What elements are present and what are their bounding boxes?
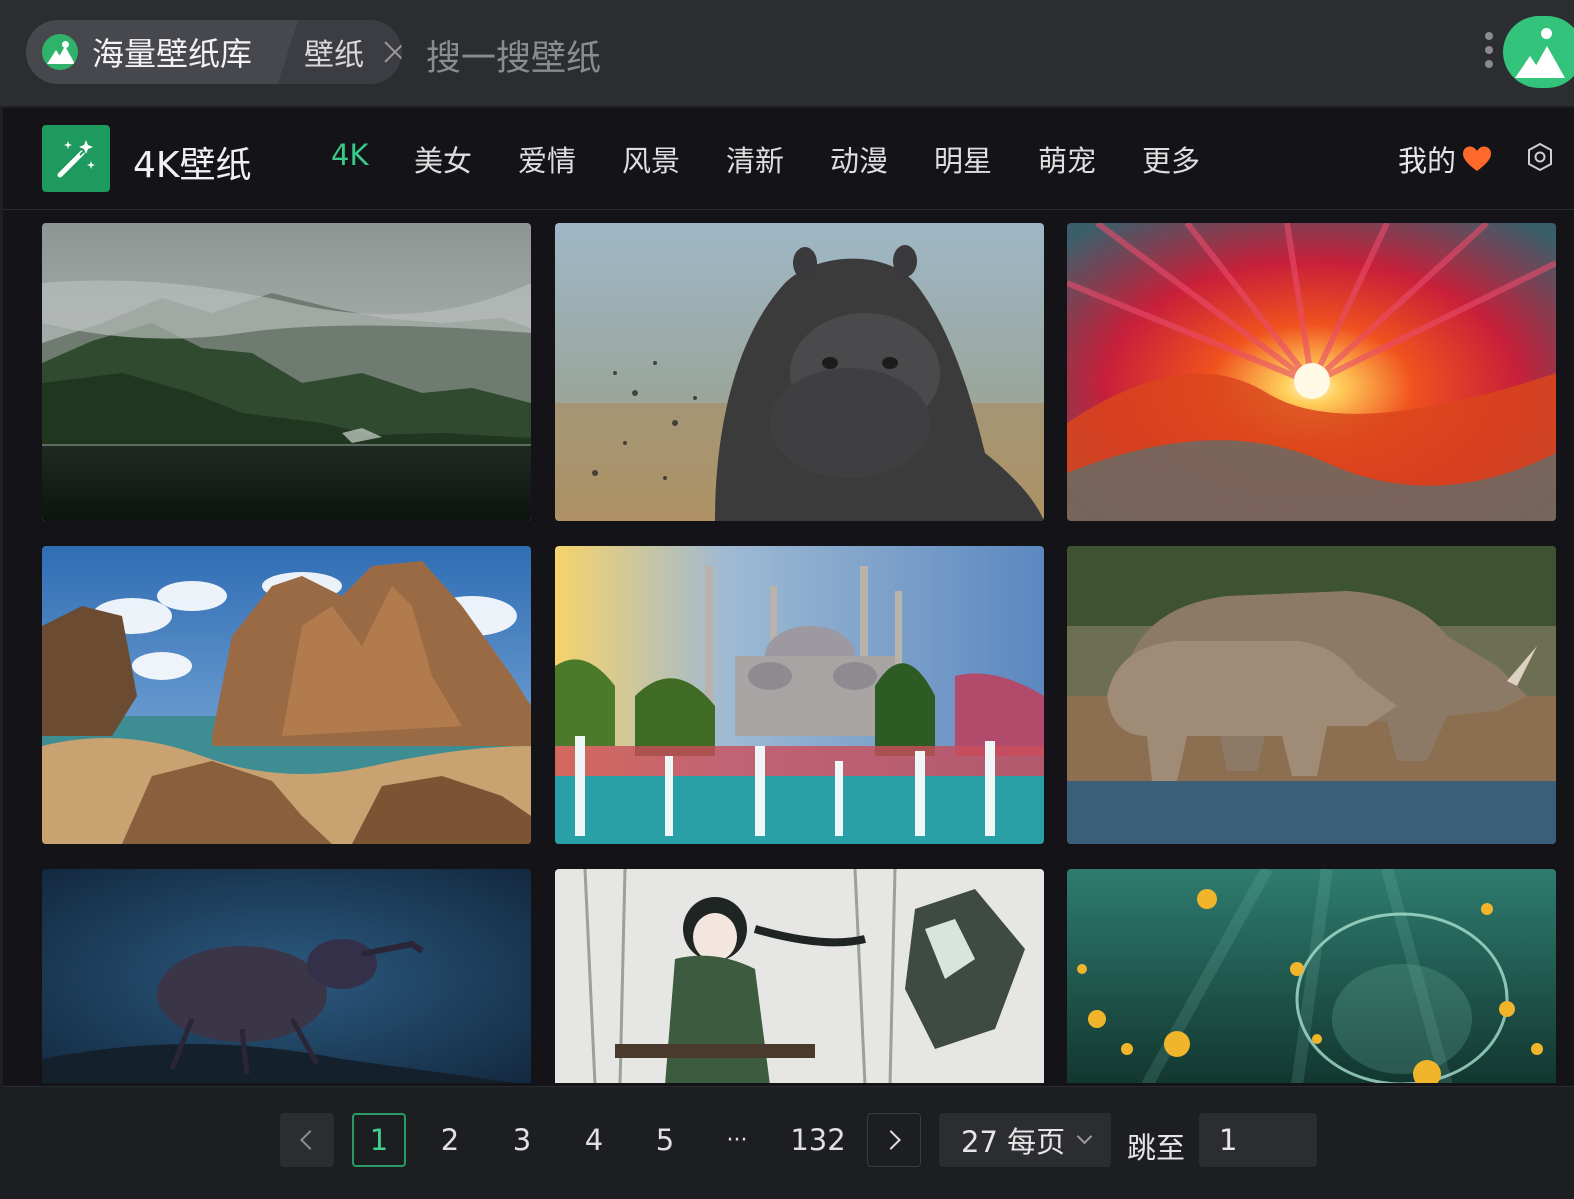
page-button-last[interactable]: 132 bbox=[783, 1113, 853, 1167]
tab-fresh[interactable]: 清新 bbox=[726, 138, 784, 180]
mine-button[interactable]: 我的 bbox=[1398, 138, 1492, 180]
page-size-select[interactable]: 27 每页 bbox=[939, 1113, 1111, 1167]
breadcrumb-pill: 海量壁纸库 壁纸 bbox=[26, 20, 402, 84]
brand-title: 4K壁纸 bbox=[133, 145, 252, 186]
app-name: 海量壁纸库 bbox=[92, 35, 253, 73]
magic-wand-icon bbox=[42, 125, 110, 192]
tab-celebrity[interactable]: 明星 bbox=[934, 138, 992, 180]
main-panel: 4K壁纸 4K 美女 爱情 风景 清新 动漫 明星 萌宠 更多 我的 1 2 3… bbox=[3, 108, 1574, 1196]
search-input[interactable]: 搜一搜壁纸 bbox=[426, 30, 601, 81]
next-page-button[interactable] bbox=[867, 1113, 921, 1167]
page-ellipsis[interactable]: ··· bbox=[710, 1113, 764, 1167]
category-navbar: 4K壁纸 4K 美女 爱情 风景 清新 动漫 明星 萌宠 更多 我的 bbox=[3, 108, 1574, 210]
wallpaper-thumbnail[interactable] bbox=[555, 869, 1044, 1083]
chevron-right-icon bbox=[881, 1130, 901, 1150]
chevron-left-icon bbox=[300, 1130, 320, 1150]
tab-love[interactable]: 爱情 bbox=[518, 138, 576, 180]
page-button[interactable]: 3 bbox=[495, 1113, 549, 1167]
tab-more[interactable]: 更多 bbox=[1142, 138, 1200, 180]
wallpaper-thumbnail[interactable] bbox=[1067, 869, 1556, 1083]
jump-label: 跳至 bbox=[1127, 1131, 1186, 1165]
wallpaper-thumbnail[interactable] bbox=[555, 546, 1044, 844]
page-button[interactable]: 4 bbox=[567, 1113, 621, 1167]
mine-label: 我的 bbox=[1398, 144, 1457, 178]
wallpaper-thumbnail[interactable] bbox=[42, 869, 531, 1083]
wallpaper-thumbnail[interactable] bbox=[1067, 223, 1556, 521]
tab-4k[interactable]: 4K bbox=[331, 138, 368, 172]
tab-scenery[interactable]: 风景 bbox=[622, 138, 680, 180]
pagination-bar: 1 2 3 4 5 ··· 132 27 每页 跳至 bbox=[3, 1086, 1574, 1196]
page-button-current[interactable]: 1 bbox=[352, 1113, 406, 1167]
wallpaper-thumbnail[interactable] bbox=[555, 223, 1044, 521]
tab-label: 壁纸 bbox=[304, 38, 365, 73]
wallpaper-thumbnail[interactable] bbox=[1067, 546, 1556, 844]
app-corner-logo-icon[interactable] bbox=[1503, 16, 1574, 88]
settings-icon[interactable] bbox=[1526, 142, 1554, 172]
tab-beauty[interactable]: 美女 bbox=[414, 138, 472, 180]
jump-page-input[interactable] bbox=[1199, 1113, 1317, 1167]
wallpaper-thumbnail[interactable] bbox=[42, 546, 531, 844]
app-home-link[interactable]: 海量壁纸库 bbox=[26, 20, 275, 84]
heart-icon bbox=[1463, 146, 1492, 171]
page-button[interactable]: 5 bbox=[638, 1113, 692, 1167]
current-tab[interactable]: 壁纸 bbox=[274, 20, 402, 84]
tab-anime[interactable]: 动漫 bbox=[830, 138, 888, 180]
close-icon[interactable] bbox=[382, 39, 402, 65]
app-window: 海量壁纸库 壁纸 搜一搜壁纸 4K壁纸 4K 美女 爱情 风景 清新 动漫 明星… bbox=[0, 0, 1574, 1199]
page-button[interactable]: 2 bbox=[423, 1113, 477, 1167]
tab-pets[interactable]: 萌宠 bbox=[1038, 138, 1096, 180]
chevron-down-icon bbox=[1076, 1128, 1093, 1144]
page-size-value: 27 每页 bbox=[961, 1125, 1066, 1159]
prev-page-button[interactable] bbox=[280, 1113, 334, 1167]
more-menu-icon[interactable] bbox=[1481, 28, 1497, 76]
wallpaper-grid bbox=[3, 211, 1574, 1083]
wallpaper-thumbnail[interactable] bbox=[42, 223, 531, 521]
top-search-bar: 海量壁纸库 壁纸 搜一搜壁纸 bbox=[0, 0, 1574, 106]
app-logo-icon bbox=[42, 34, 78, 70]
